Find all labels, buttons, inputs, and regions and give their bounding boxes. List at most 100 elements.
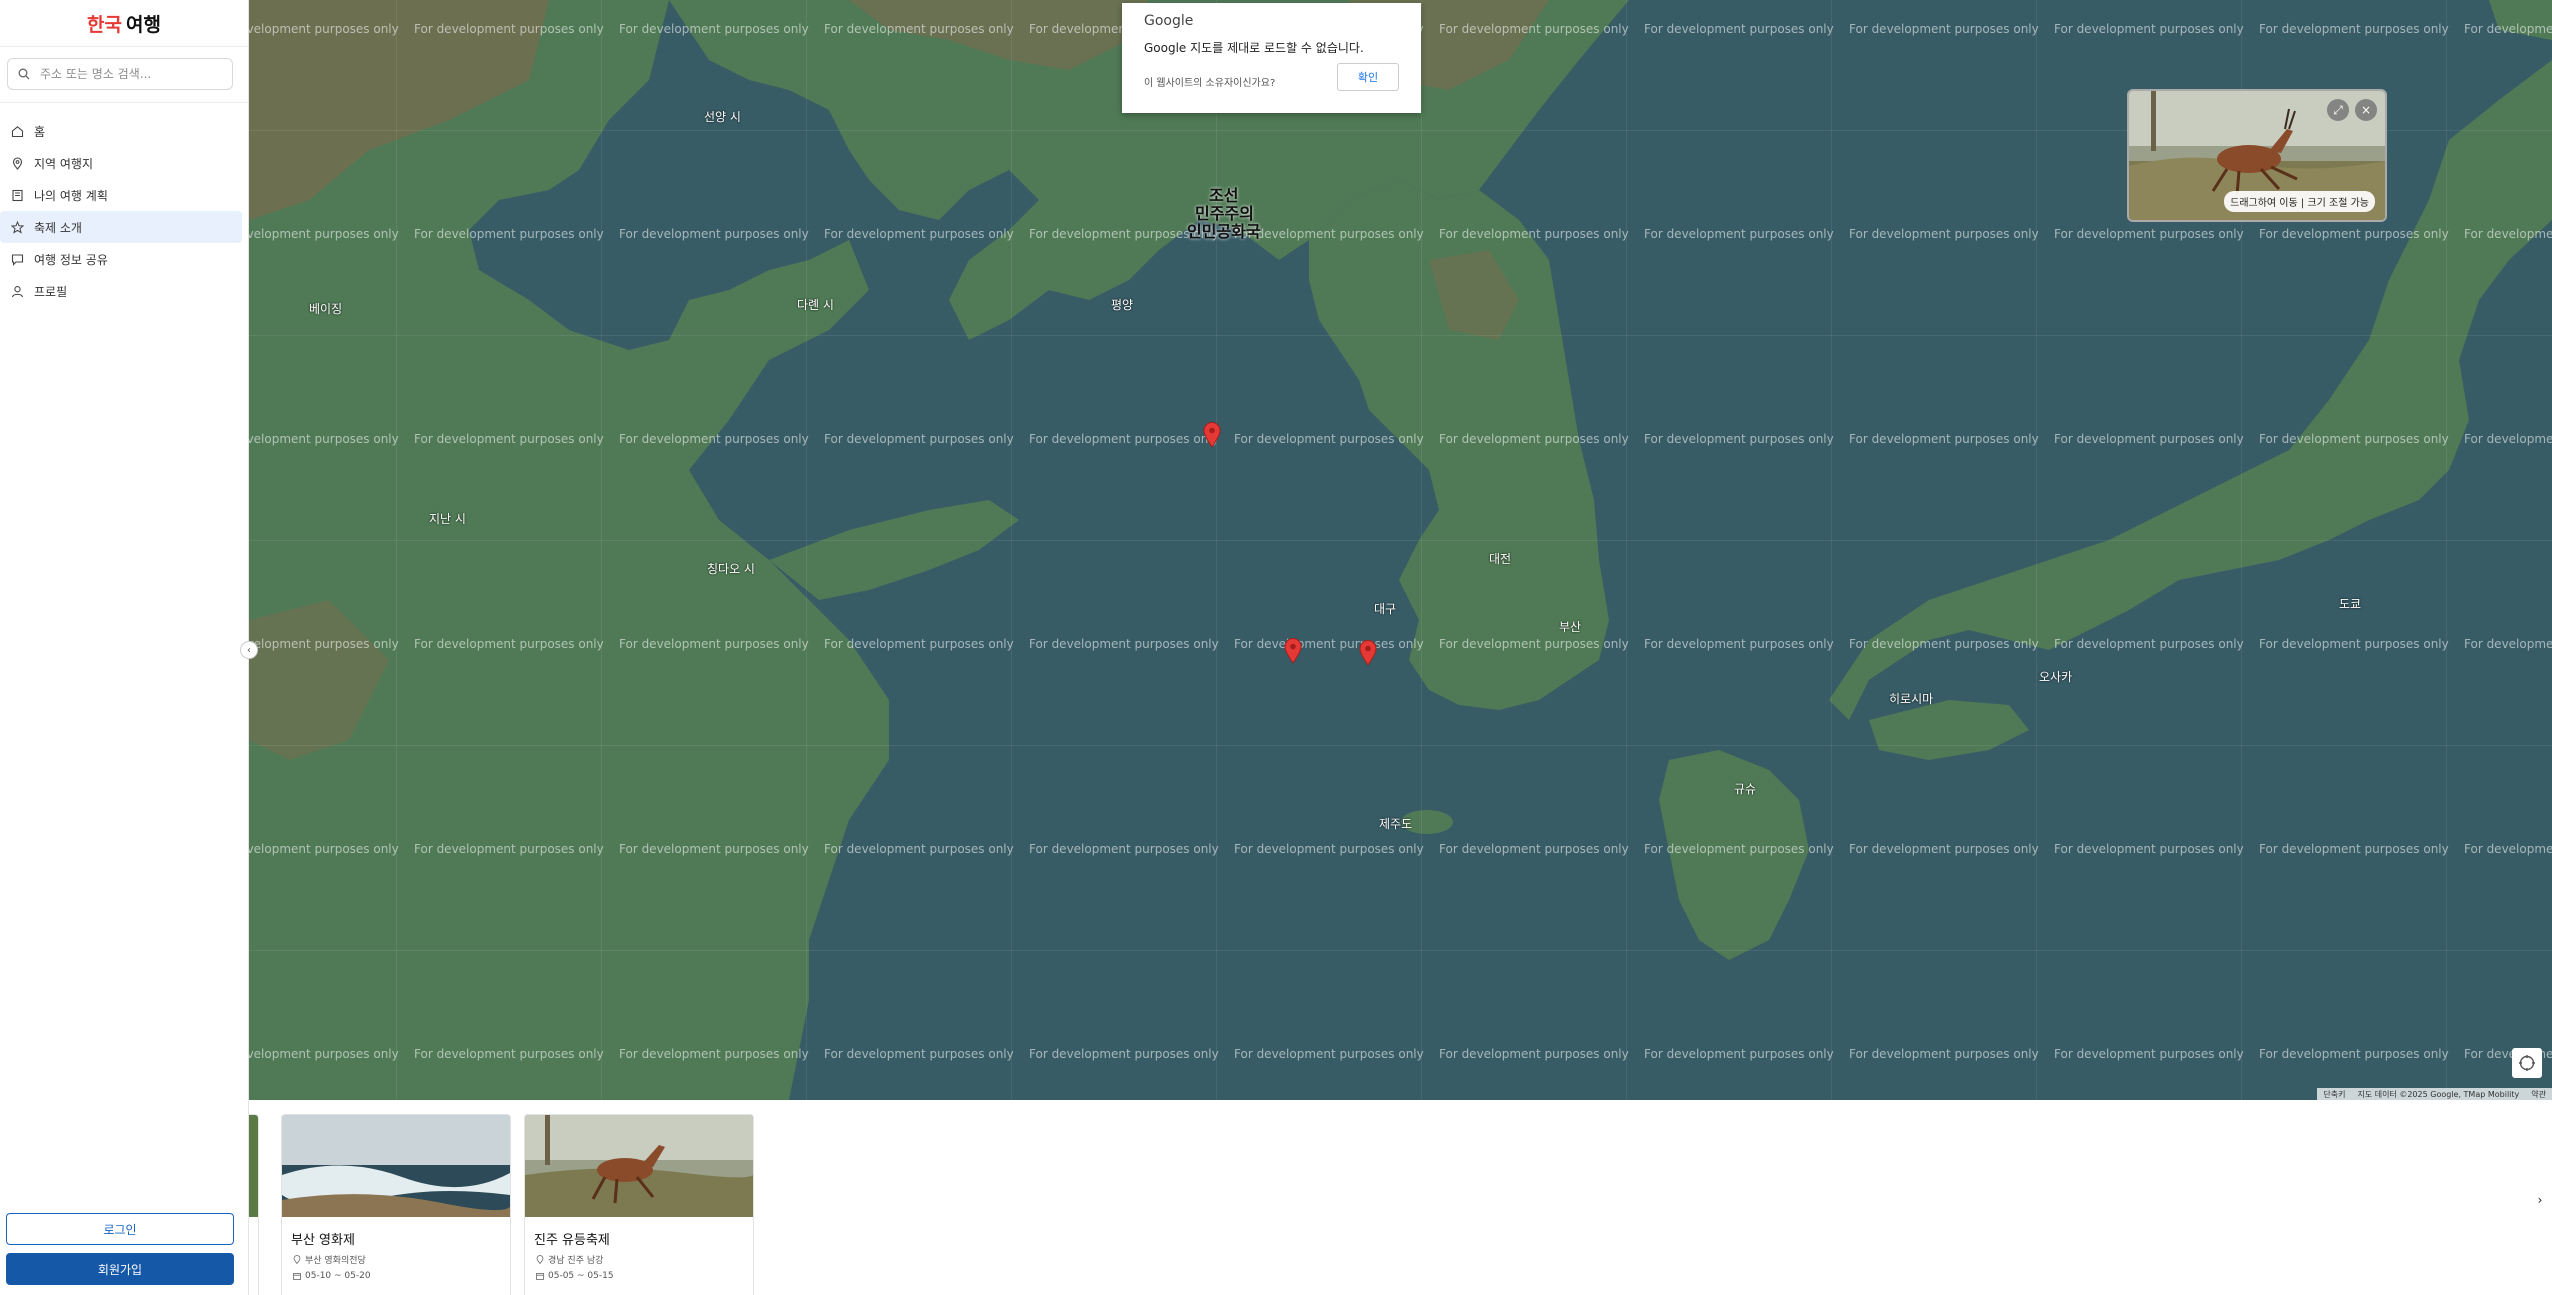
sidebar-item-label: 여행 정보 공유 [34, 252, 108, 267]
dev-watermark-text: For development purposes only [1439, 432, 1629, 446]
sidebar-item-my-plans[interactable]: 나의 여행 계획 [0, 179, 242, 211]
brand-part-1: 한국 [87, 13, 122, 36]
card-image [525, 1115, 753, 1217]
sidebar-collapse-button[interactable]: ‹ [240, 641, 258, 659]
dev-watermark-text: For development purposes only [2259, 227, 2449, 241]
dev-watermark-text: For development purposes only [414, 842, 604, 856]
ok-button[interactable]: 확인 [1337, 63, 1399, 91]
dev-watermark-text: For development purposes only [824, 227, 1014, 241]
fullscreen-button[interactable] [2512, 1048, 2542, 1078]
dev-watermark-text: For development purposes only [2054, 22, 2244, 36]
map-marker[interactable] [1203, 422, 1221, 448]
map-label: 베이징 [309, 302, 343, 316]
dev-watermark-text: For development purposes only [1029, 1047, 1219, 1061]
map-label: 부산 [1559, 620, 1582, 634]
map-grid-line [1831, 0, 1832, 1100]
sidebar-item-share[interactable]: 여행 정보 공유 [0, 243, 242, 275]
map-label: 인민공화국 [1187, 222, 1261, 241]
map-data-credit: 지도 데이터 ©2025 Google, TMap Mobility [2357, 1089, 2520, 1099]
map-grid-line [396, 0, 397, 1100]
map-pin-icon [293, 1255, 301, 1264]
map-label: 대구 [1374, 602, 1397, 616]
dev-watermark-text: For development purposes only [1234, 432, 1424, 446]
dev-watermark-text: For development purposes only [2054, 637, 2244, 651]
brand-logo[interactable]: 한국 여행 [0, 0, 248, 47]
dev-watermark-text: For development purposes only [824, 432, 1014, 446]
card-image [249, 1115, 258, 1217]
carousel-next-button[interactable]: › [2530, 1190, 2550, 1210]
auth-area: 로그인 회원가입 [6, 1213, 234, 1285]
sidebar-item-label: 축제 소개 [34, 220, 82, 235]
dev-watermark-text: For development purposes only [824, 842, 1014, 856]
dev-watermark-text: For development purposes only [1029, 842, 1219, 856]
dev-watermark-text: For development purposes only [2054, 842, 2244, 856]
card-location: 부산 영화의전당 [293, 1253, 510, 1266]
user-icon [10, 284, 24, 298]
dev-watermark-text: For development purposes only [1029, 432, 1219, 446]
dev-watermark-text: For development purposes only [1439, 637, 1629, 651]
map-label: 지난 시 [429, 512, 466, 526]
close-icon[interactable]: × [2355, 99, 2377, 121]
dev-watermark-text: For development purposes only [2464, 227, 2552, 241]
sidebar-item-label: 프로필 [34, 284, 68, 299]
dev-watermark-text: For development purposes only [2464, 432, 2552, 446]
festival-card[interactable]: 진주 유등축제 경남 진주 남강 05-05 ~ 05-15 [524, 1114, 754, 1295]
search-icon [18, 68, 30, 80]
map-grid-line [806, 0, 807, 1100]
dev-watermark-text: For development purposes only [2259, 432, 2449, 446]
home-icon [10, 124, 24, 138]
festival-card-partial[interactable] [249, 1114, 259, 1295]
sidebar-item-label: 홈 [34, 124, 46, 139]
dev-watermark-text: For development purposes only [414, 432, 604, 446]
map-label: 다롄 시 [797, 298, 834, 312]
floating-video-player[interactable]: ⤢ × 드래그하여 이동 | 크기 조절 가능 [2127, 89, 2387, 222]
dev-watermark-text: For development purposes only [1234, 227, 1424, 241]
dev-watermark-text: For development purposes only [619, 227, 809, 241]
festival-carousel: 부산 영화제 부산 영화의전당 05-10 ~ 05-20 진주 유등축제 경남… [249, 1100, 2552, 1295]
map-label: 선양 시 [704, 110, 741, 124]
map-grid-line [1216, 0, 1217, 1100]
map-label: 도쿄 [2339, 597, 2362, 611]
map-grid-line [1011, 0, 1012, 1100]
map-label: 히로시마 [1889, 692, 1934, 706]
terms-link[interactable]: 약관 [2531, 1089, 2546, 1100]
dev-watermark-text: For development purposes only [249, 637, 399, 651]
sidebar-item-profile[interactable]: 프로필 [0, 275, 242, 307]
sidebar-item-regions[interactable]: 지역 여행지 [0, 147, 242, 179]
map-label: 오사카 [2039, 670, 2073, 684]
map-error-dialog: Google Google 지도를 제대로 로드할 수 없습니다. 이 웹사이트… [1122, 3, 1421, 113]
card-title: 진주 유등축제 [534, 1233, 610, 1248]
search-box[interactable] [7, 58, 233, 90]
map-grid-line [249, 950, 2552, 951]
chevron-left-icon: ‹ [247, 644, 251, 656]
festival-card[interactable]: 부산 영화제 부산 영화의전당 05-10 ~ 05-20 [281, 1114, 511, 1295]
map-grid-line [249, 335, 2552, 336]
shortcuts-link[interactable]: 단축키 [2323, 1089, 2345, 1100]
dev-watermark-text: For development purposes only [619, 842, 809, 856]
sidebar-nav: 홈 지역 여행지 나의 여행 계획 축제 소개 여행 정보 공유 프로필 [0, 115, 248, 307]
dev-watermark-text: For development purposes only [1029, 637, 1219, 651]
map-marker[interactable] [1359, 640, 1377, 666]
book-icon [10, 188, 24, 202]
dev-watermark-text: For development purposes only [2054, 227, 2244, 241]
login-button[interactable]: 로그인 [6, 1213, 234, 1245]
card-location: 경남 진주 남강 [536, 1253, 753, 1266]
error-message: Google 지도를 제대로 로드할 수 없습니다. [1144, 41, 1364, 55]
fullscreen-icon [2519, 1055, 2535, 1071]
map-marker[interactable] [1284, 638, 1302, 664]
sidebar-item-festivals[interactable]: 축제 소개 [0, 211, 242, 243]
map-attribution: 단축키 지도 데이터 ©2025 Google, TMap Mobility 약… [2317, 1088, 2552, 1100]
expand-icon[interactable]: ⤢ [2327, 99, 2349, 121]
sidebar-item-home[interactable]: 홈 [0, 115, 242, 147]
map-grid-line [249, 540, 2552, 541]
search-input[interactable] [38, 66, 222, 82]
dev-watermark-text: For development purposes only [2054, 1047, 2244, 1061]
dev-watermark-text: For development purposes only [2259, 22, 2449, 36]
dev-watermark-text: For development purposes only [1644, 22, 1834, 36]
dev-watermark-text: For development purposes only [1234, 842, 1424, 856]
map-pin-icon [10, 156, 24, 170]
dev-watermark-text: For development purposes only [249, 432, 399, 446]
signup-button[interactable]: 회원가입 [6, 1253, 234, 1285]
drag-hint: 드래그하여 이동 | 크기 조절 가능 [2224, 191, 2375, 212]
map-grid-line [1626, 0, 1627, 1100]
